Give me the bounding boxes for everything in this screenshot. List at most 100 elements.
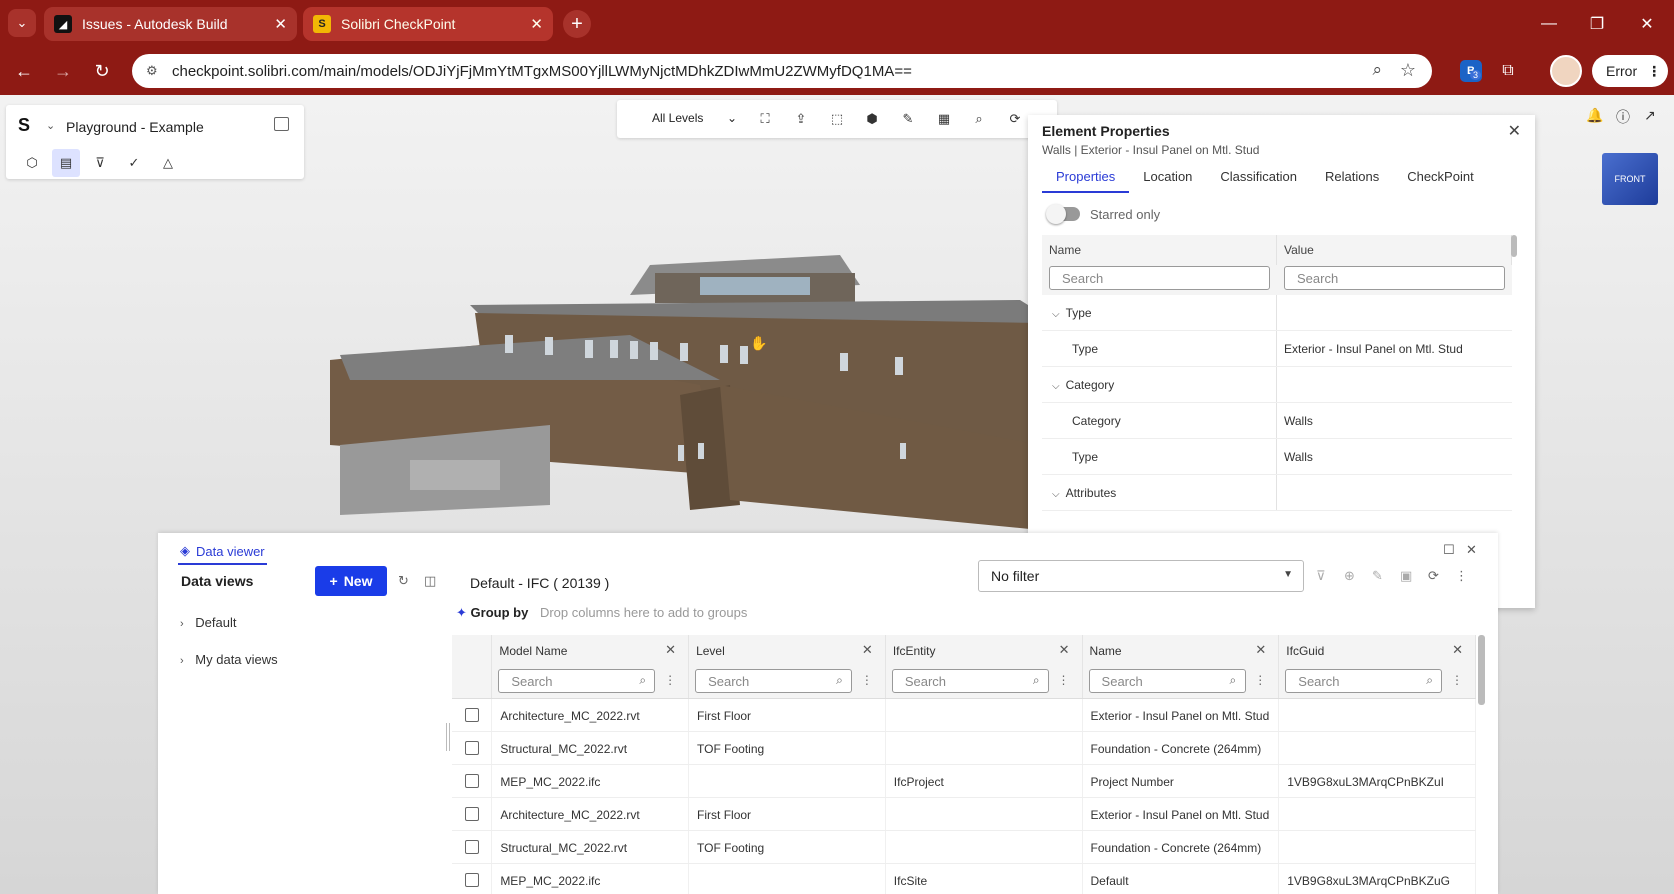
column-value[interactable]: Value xyxy=(1277,235,1512,265)
url-field[interactable]: ⚙ checkpoint.solibri.com/main/models/ODJ… xyxy=(132,54,1432,88)
column-ifcentity[interactable]: IfcEntity ✕ Search ⌕ ⋮ xyxy=(886,635,1083,698)
tab-search-chevron-icon[interactable]: ⌄ xyxy=(8,9,36,37)
chevron-down-icon[interactable]: ⌵ xyxy=(1052,489,1060,500)
property-row[interactable]: Type Walls xyxy=(1042,439,1512,475)
site-settings-icon[interactable]: ⚙ xyxy=(146,63,162,79)
row-checkbox[interactable] xyxy=(464,840,479,854)
chevron-down-icon[interactable]: ⌵ xyxy=(1052,309,1060,320)
close-tab-icon[interactable]: ✕ xyxy=(274,15,287,33)
edit-icon[interactable]: ✎ xyxy=(1372,568,1383,584)
table-row[interactable]: MEP_MC_2022.ifc IfcSite Default 1VB9G8xu… xyxy=(452,864,1476,894)
back-icon[interactable]: ← xyxy=(10,57,38,85)
new-tab-button[interactable]: + xyxy=(563,10,591,38)
extensions-puzzle-icon[interactable]: ⧉ xyxy=(1494,57,1522,85)
name-search-input[interactable]: Search xyxy=(1049,266,1270,290)
warning-triangle-icon[interactable]: △ xyxy=(154,149,182,177)
column-name[interactable]: Name xyxy=(1042,235,1277,265)
refresh-icon[interactable]: ↻ xyxy=(398,573,409,589)
selection-box-icon[interactable]: ⬚ xyxy=(827,109,847,129)
value-search-input[interactable]: Search xyxy=(1284,266,1505,290)
remove-column-icon[interactable]: ✕ xyxy=(1255,642,1266,658)
remove-column-icon[interactable]: ✕ xyxy=(1059,642,1070,658)
project-name[interactable]: Playground - Example xyxy=(66,119,204,135)
measure-icon[interactable]: ✎ xyxy=(898,109,918,129)
profile-avatar[interactable] xyxy=(1550,55,1582,87)
property-row[interactable]: Category Walls xyxy=(1042,403,1512,439)
zoom-icon[interactable]: ⌕ xyxy=(969,109,989,129)
reload-icon[interactable]: ↻ xyxy=(88,57,116,85)
info-icon[interactable]: ⓘ xyxy=(1616,107,1630,127)
new-button[interactable]: + New xyxy=(315,566,387,596)
map-icon[interactable]: ⛶ xyxy=(755,109,775,129)
more-vertical-icon[interactable]: ⋮ xyxy=(1058,673,1070,687)
tab-relations[interactable]: Relations xyxy=(1311,165,1393,193)
restore-icon[interactable]: ❐ xyxy=(1574,0,1620,47)
row-checkbox[interactable] xyxy=(464,741,479,755)
column-search-input[interactable]: Search xyxy=(498,669,656,693)
minimize-icon[interactable]: — xyxy=(1526,0,1572,47)
browser-tab-solibri[interactable]: S Solibri CheckPoint ✕ xyxy=(303,7,553,41)
tab-location[interactable]: Location xyxy=(1129,165,1206,193)
close-icon[interactable]: ✕ xyxy=(1466,542,1477,558)
close-tab-icon[interactable]: ✕ xyxy=(530,15,543,33)
filter-icon[interactable]: ⊽ xyxy=(86,149,114,177)
column-level[interactable]: Level ✕ Search ⌕ ⋮ xyxy=(689,635,886,698)
remove-column-icon[interactable]: ✕ xyxy=(862,642,873,658)
tree-item-my-data-views[interactable]: › My data views xyxy=(180,652,278,667)
table-row[interactable]: Structural_MC_2022.rvt TOF Footing Found… xyxy=(452,831,1476,864)
chevron-down-icon[interactable]: ⌄ xyxy=(46,119,55,132)
table-row[interactable]: Architecture_MC_2022.rvt First Floor Ext… xyxy=(452,798,1476,831)
more-vertical-icon[interactable]: ⋮ xyxy=(861,673,873,687)
filter-icon[interactable]: ⊽ xyxy=(1316,568,1326,584)
remove-column-icon[interactable]: ✕ xyxy=(1452,642,1463,658)
tab-properties[interactable]: Properties xyxy=(1042,165,1130,193)
level-select[interactable]: All Levels xyxy=(652,111,703,125)
forward-icon[interactable]: → xyxy=(49,57,77,85)
table-row[interactable]: MEP_MC_2022.ifc IfcProject Project Numbe… xyxy=(452,765,1476,798)
collapse-panel-icon[interactable]: ◫ xyxy=(424,573,436,589)
close-window-icon[interactable]: ✕ xyxy=(1624,0,1670,47)
resize-handle[interactable] xyxy=(446,723,450,751)
model-cube-icon[interactable]: ⬡ xyxy=(18,149,46,177)
tab-checkpoint[interactable]: CheckPoint xyxy=(1393,165,1487,193)
rotate-icon[interactable]: ⟳ xyxy=(1005,109,1025,129)
group-row-category[interactable]: ⌵ Category xyxy=(1042,367,1512,403)
group-row-type[interactable]: ⌵ Type xyxy=(1042,295,1512,331)
column-search-input[interactable]: Search xyxy=(1285,669,1443,693)
upload-icon[interactable]: ⇪ xyxy=(791,109,811,129)
scrollbar[interactable] xyxy=(1478,635,1485,705)
check-circle-icon[interactable]: ✓ xyxy=(120,149,148,177)
column-name[interactable]: Name ✕ Search ⌕ ⋮ xyxy=(1083,635,1280,698)
table-row[interactable]: Structural_MC_2022.rvt TOF Footing Found… xyxy=(452,732,1476,765)
column-search-input[interactable]: Search xyxy=(695,669,853,693)
column-model-name[interactable]: Model Name ✕ Search ⌕ ⋮ xyxy=(492,635,690,698)
tree-item-default[interactable]: › Default xyxy=(180,615,237,630)
row-checkbox[interactable] xyxy=(464,873,479,887)
remove-column-icon[interactable]: ✕ xyxy=(665,642,676,658)
add-item-icon[interactable]: ⊕ xyxy=(1344,568,1355,584)
column-ifcguid[interactable]: IfcGuid ✕ Search ⌕ ⋮ xyxy=(1279,635,1477,698)
sync-icon[interactable]: ⟳ xyxy=(1428,568,1439,584)
close-icon[interactable]: ✕ xyxy=(1508,121,1521,141)
browser-tab-autodesk[interactable]: ◢ Issues - Autodesk Build ✕ xyxy=(44,7,297,41)
row-checkbox[interactable] xyxy=(464,774,479,788)
group-row-attributes[interactable]: ⌵ Attributes xyxy=(1042,475,1512,511)
more-vertical-icon[interactable]: ⋮ xyxy=(1455,568,1468,584)
bell-icon[interactable]: 🔔 xyxy=(1586,107,1603,124)
grid-icon[interactable]: ▦ xyxy=(934,109,954,129)
chevron-down-icon[interactable]: ⌄ xyxy=(727,111,737,125)
tab-classification[interactable]: Classification xyxy=(1206,165,1311,193)
tab-data-viewer[interactable]: ◈ Data viewer xyxy=(178,539,267,565)
more-vertical-icon[interactable]: ⋮ xyxy=(664,673,676,687)
error-button[interactable]: Error ⋮ xyxy=(1592,55,1668,87)
external-link-icon[interactable]: ↗ xyxy=(1644,107,1656,124)
group-by-bar[interactable]: ✦ Group by Drop columns here to add to g… xyxy=(456,605,747,621)
column-search-input[interactable]: Search xyxy=(891,669,1049,693)
property-row[interactable]: Type Exterior - Insul Panel on Mtl. Stud xyxy=(1042,331,1512,367)
row-checkbox[interactable] xyxy=(464,708,479,722)
row-checkbox[interactable] xyxy=(464,807,479,821)
model-viewer[interactable]: ✋ S ⌄ Playground - Example ⬡ ▤ ⊽ ✓ △ All… xyxy=(0,95,1674,894)
maximize-icon[interactable]: ☐ xyxy=(1443,542,1455,558)
box-3d-icon[interactable]: ⬢ xyxy=(862,109,882,129)
chevron-down-icon[interactable]: ⌵ xyxy=(1052,381,1060,392)
